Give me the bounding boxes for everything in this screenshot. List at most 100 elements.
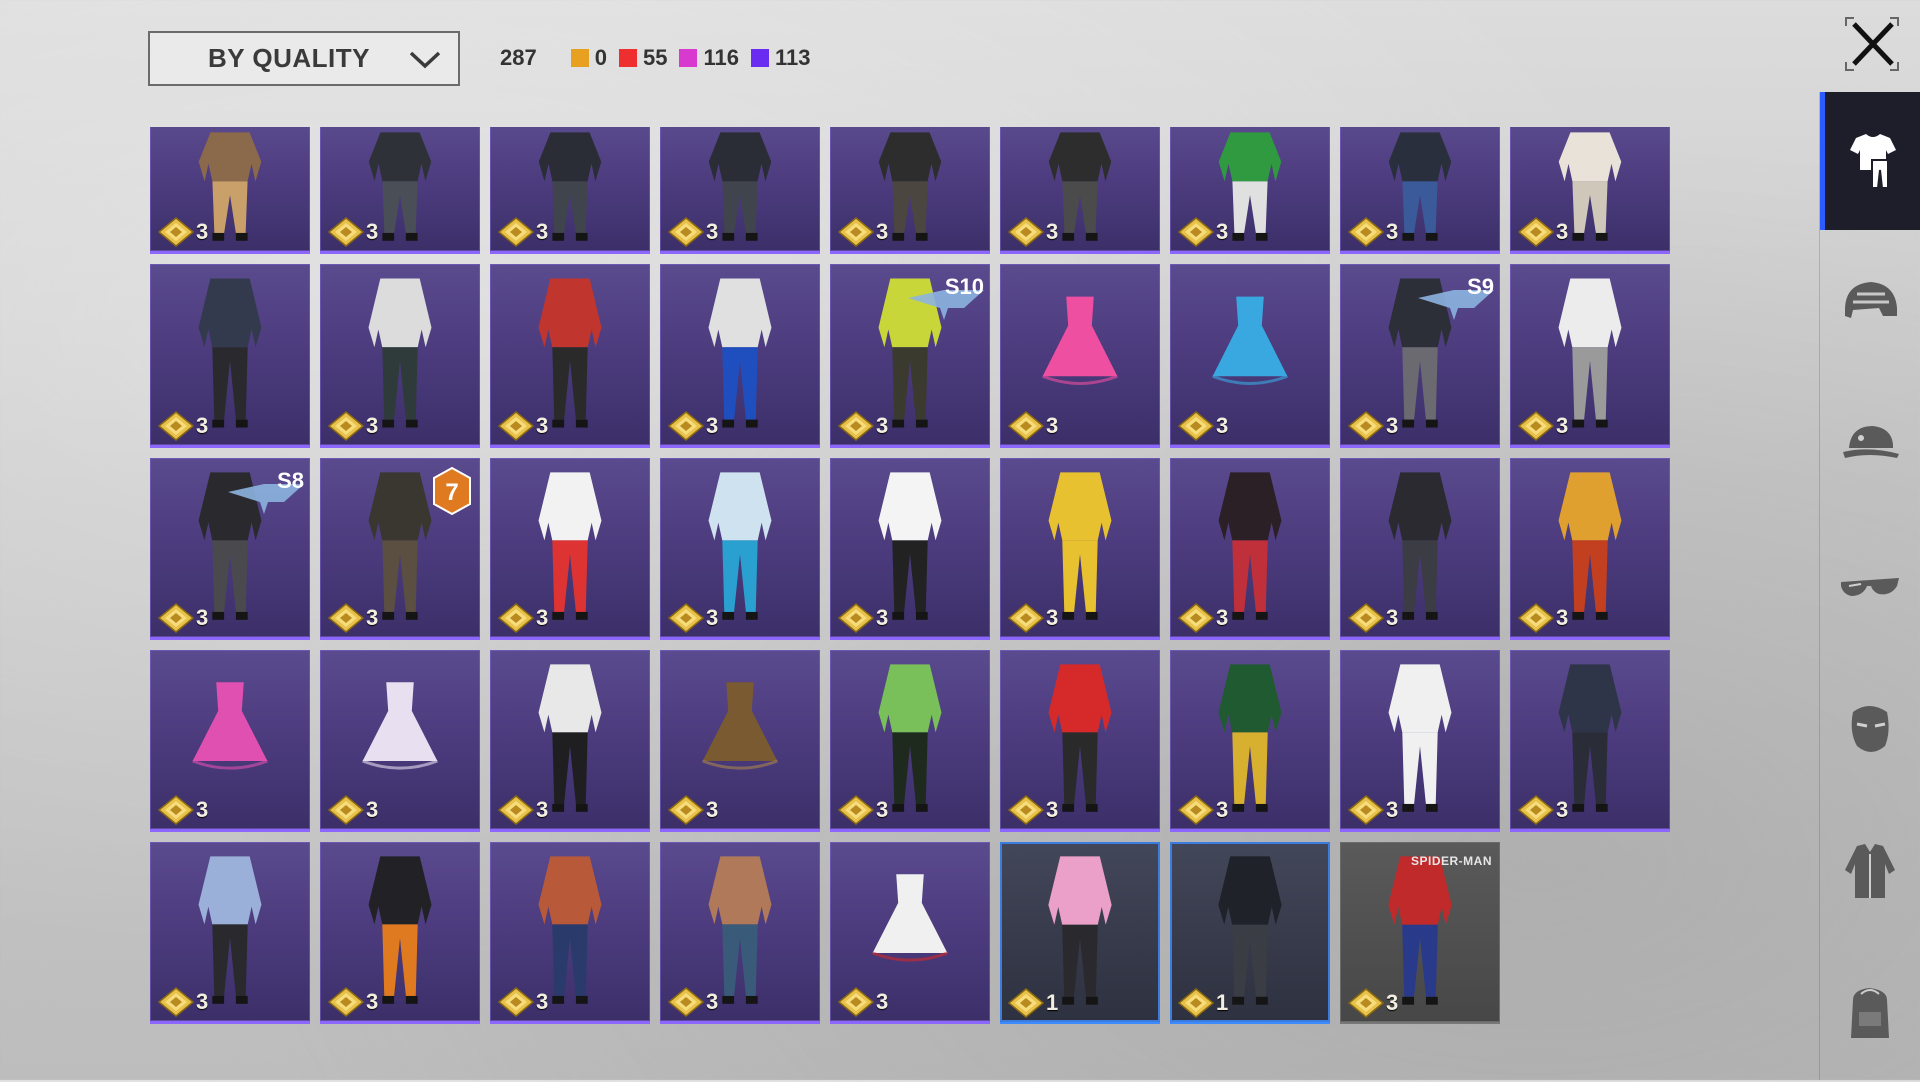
outfit-item-card[interactable]: S8 3 <box>150 458 310 640</box>
item-price: 3 <box>1348 603 1398 633</box>
item-price-value: 3 <box>1556 797 1569 822</box>
outfit-item-card[interactable]: 3 <box>490 842 650 1024</box>
outfit-item-card[interactable]: 3 <box>1170 264 1330 448</box>
outfit-item-card[interactable]: 3 <box>1000 650 1160 832</box>
gold-coin-icon <box>1178 411 1214 441</box>
season-badge: S10 <box>904 268 988 322</box>
item-price: 3 <box>838 795 888 825</box>
sort-dropdown[interactable]: BY QUALITY <box>148 31 460 86</box>
item-price: 3 <box>498 411 548 441</box>
gold-coin-icon <box>498 411 534 441</box>
outfit-item-card[interactable]: 3 <box>1510 127 1670 254</box>
item-price-value: 3 <box>366 605 379 630</box>
item-price-value: 3 <box>1386 797 1399 822</box>
outfit-item-card[interactable]: 1 <box>1170 842 1330 1024</box>
outfit-item-card[interactable]: 3 <box>830 842 990 1024</box>
item-price-value: 3 <box>536 797 549 822</box>
category-tab-helmet[interactable] <box>1820 234 1920 372</box>
outfit-item-card[interactable]: 3 <box>1170 127 1330 254</box>
item-price: 3 <box>328 795 378 825</box>
item-price: 3 <box>668 217 718 247</box>
item-price: 3 <box>498 217 548 247</box>
item-price-value: 3 <box>366 413 379 438</box>
item-price: 3 <box>498 987 548 1017</box>
outfit-item-card[interactable]: 3 <box>320 127 480 254</box>
outfit-item-card[interactable]: 3 <box>1510 650 1670 832</box>
gold-coin-icon <box>1178 603 1214 633</box>
item-price: 3 <box>1348 411 1398 441</box>
outfit-item-card[interactable]: 3 <box>1000 127 1160 254</box>
outfit-item-card[interactable]: 3 <box>660 458 820 640</box>
item-price-value: 3 <box>706 413 719 438</box>
category-tab-glasses[interactable] <box>1820 518 1920 656</box>
gold-coin-icon <box>1008 988 1044 1018</box>
gold-coin-icon <box>668 987 704 1017</box>
outfit-item-card[interactable]: 3 <box>660 650 820 832</box>
outfit-item-card[interactable]: 3 <box>490 127 650 254</box>
outfit-item-card[interactable]: 3 <box>830 458 990 640</box>
item-price-value: 3 <box>706 989 719 1014</box>
outfit-item-card[interactable]: 3 <box>320 650 480 832</box>
outfit-item-card[interactable]: S9 3 <box>1340 264 1500 448</box>
gold-coin-icon <box>158 603 194 633</box>
category-tab-mask[interactable] <box>1820 660 1920 798</box>
outfit-item-card[interactable]: 3 <box>660 264 820 448</box>
category-tab-jacket[interactable] <box>1820 802 1920 940</box>
outfit-item-card[interactable]: 3 <box>150 127 310 254</box>
outfit-item-card[interactable]: 3 <box>150 842 310 1024</box>
outfit-item-card[interactable]: S10 3 <box>830 264 990 448</box>
outfit-item-card[interactable]: 1 <box>1000 842 1160 1024</box>
item-price-value: 3 <box>536 605 549 630</box>
outfit-item-card[interactable]: 3 <box>830 650 990 832</box>
gold-coin-icon <box>838 411 874 441</box>
outfit-item-card[interactable]: 3 <box>1340 458 1500 640</box>
season-badge-label: S10 <box>944 274 984 299</box>
quality-count-pink: 116 <box>679 45 739 71</box>
item-price: 3 <box>328 411 378 441</box>
item-grid-scroll[interactable]: 3 3 3 3 3 3 3 3 3 3 3 3 3 S10 3 3 3 S9 3… <box>150 127 1672 1034</box>
item-price-value: 3 <box>706 605 719 630</box>
item-price: 3 <box>1178 217 1228 247</box>
item-price: 3 <box>1178 603 1228 633</box>
gold-coin-icon <box>1178 795 1214 825</box>
item-price-value: 3 <box>1046 219 1059 244</box>
outfit-item-card[interactable]: 3 <box>150 650 310 832</box>
outfit-item-card[interactable]: 3 <box>1170 650 1330 832</box>
outfit-item-card[interactable]: 3 <box>1000 458 1160 640</box>
outfit-item-card[interactable]: 3 <box>320 842 480 1024</box>
item-price-value: 3 <box>196 989 209 1014</box>
outfit-item-card[interactable]: 3 <box>1510 458 1670 640</box>
outfit-item-card[interactable]: 3 <box>490 650 650 832</box>
outfit-item-card[interactable]: 3 <box>1510 264 1670 448</box>
outfit-item-card[interactable]: 3 <box>660 842 820 1024</box>
outfit-item-card[interactable]: 3 <box>490 458 650 640</box>
gold-coin-icon <box>498 987 534 1017</box>
close-button[interactable] <box>1842 14 1902 74</box>
quality-swatch <box>679 49 698 67</box>
category-tab-hat[interactable] <box>1820 376 1920 514</box>
gold-coin-icon <box>328 987 364 1017</box>
category-tab-outfit[interactable] <box>1820 92 1920 230</box>
item-price: 3 <box>838 987 888 1017</box>
category-tab-backpack[interactable] <box>1820 944 1920 1082</box>
item-grid: 3 3 3 3 3 3 3 3 3 3 3 3 3 S10 3 3 3 S9 3… <box>150 127 1670 1024</box>
svg-text:7: 7 <box>445 479 458 506</box>
outfit-item-card[interactable]: 3 <box>830 127 990 254</box>
brand-label: SPIDER-MAN <box>1410 854 1492 868</box>
outfit-item-card[interactable]: 3 <box>1340 650 1500 832</box>
item-price-value: 3 <box>1386 219 1399 244</box>
outfit-item-card[interactable]: 3 <box>1340 127 1500 254</box>
item-price-value: 3 <box>706 797 719 822</box>
outfit-item-card[interactable]: SPIDER-MAN 3 <box>1340 842 1500 1024</box>
close-icon <box>1845 17 1899 71</box>
outfit-item-card[interactable]: 3 <box>660 127 820 254</box>
outfit-item-card[interactable]: 7 3 <box>320 458 480 640</box>
item-price: 3 <box>1518 411 1568 441</box>
outfit-item-card[interactable]: 3 <box>320 264 480 448</box>
gold-coin-icon <box>668 795 704 825</box>
outfit-item-card[interactable]: 3 <box>490 264 650 448</box>
outfit-item-card[interactable]: 3 <box>150 264 310 448</box>
outfit-item-card[interactable]: 3 <box>1000 264 1160 448</box>
outfit-item-card[interactable]: 3 <box>1170 458 1330 640</box>
item-price-value: 3 <box>1386 990 1399 1015</box>
